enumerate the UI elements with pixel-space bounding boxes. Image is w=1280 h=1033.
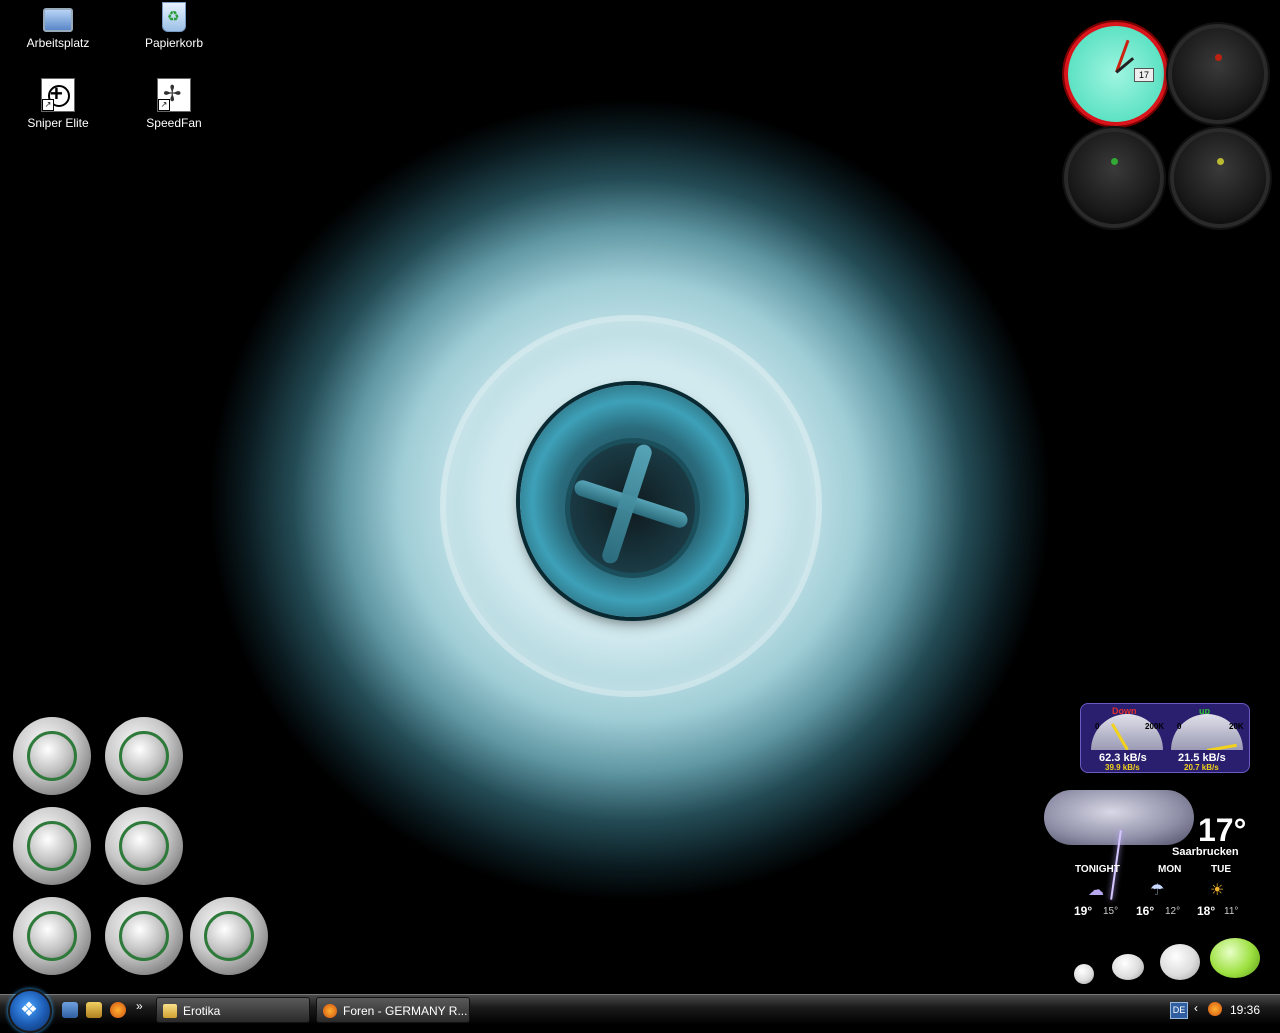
launcher-button[interactable] xyxy=(13,717,91,795)
quick-launch-more-button[interactable]: » xyxy=(136,999,143,1013)
my-computer-icon xyxy=(43,8,73,32)
network-meter-gadget[interactable]: Down 0 200K 62.3 kB/s 39.9 kB/s up 0 20K… xyxy=(1080,703,1250,773)
dock-orb-active[interactable] xyxy=(1210,938,1260,978)
forecast-low: 11° xyxy=(1224,906,1239,917)
language-indicator[interactable]: DE xyxy=(1170,1002,1188,1019)
sniper-elite-icon: ↗ xyxy=(41,78,75,112)
status-led xyxy=(1215,54,1222,61)
up-scale-max: 20K xyxy=(1229,722,1244,731)
status-led xyxy=(1217,158,1224,165)
shortcut-arrow-icon: ↗ xyxy=(158,99,170,111)
weather-gadget[interactable]: 17° Saarbrucken TONIGHT MON TUE ☁ ☂ ☀ 19… xyxy=(1040,780,1260,920)
forecast-low: 15° xyxy=(1103,906,1119,917)
desktop-icon-arbeitsplatz[interactable]: Arbeitsplatz xyxy=(13,2,103,50)
shortcut-arrow-icon: ↗ xyxy=(42,99,54,111)
taskbar-window-label: Erotika xyxy=(183,1004,221,1018)
dock-orb[interactable] xyxy=(1112,954,1144,980)
up-scale-min: 0 xyxy=(1177,722,1182,731)
up-average-rate: 20.7 kB/s xyxy=(1184,763,1219,772)
gadget-gauge[interactable] xyxy=(1064,128,1164,228)
rain-icon: ☂ xyxy=(1150,882,1165,899)
weather-temperature: 17° xyxy=(1198,812,1247,848)
status-led xyxy=(1111,158,1118,165)
taskbar-window-erotika[interactable]: Erotika xyxy=(156,997,310,1023)
launcher-button[interactable] xyxy=(105,807,183,885)
up-needle xyxy=(1206,743,1237,750)
up-dial xyxy=(1171,714,1243,750)
speedfan-icon: ↗ xyxy=(157,78,191,112)
launcher-button[interactable] xyxy=(13,807,91,885)
desktop-icon-label: Papierkorb xyxy=(144,36,204,50)
weather-city: Saarbrucken xyxy=(1172,846,1239,858)
gadget-gauge[interactable] xyxy=(1170,128,1270,228)
forecast-high: 16° xyxy=(1136,904,1155,918)
forecast-day: TUE xyxy=(1211,864,1231,875)
launcher-button[interactable] xyxy=(13,897,91,975)
down-dial xyxy=(1091,714,1163,750)
forecast-high: 18° xyxy=(1197,904,1216,918)
firefox-icon xyxy=(323,1004,337,1018)
down-scale-min: 0 xyxy=(1095,722,1100,731)
clock-date-badge: 17 xyxy=(1134,68,1154,82)
down-average-rate: 39.9 kB/s xyxy=(1105,763,1140,772)
speedfan-tray-icon[interactable] xyxy=(1208,1002,1222,1016)
tray-expand-icon[interactable]: ‹ xyxy=(1194,1001,1198,1015)
launcher-button[interactable] xyxy=(105,897,183,975)
taskbar-window-label: Foren - GERMANY R... xyxy=(343,1004,468,1018)
dock-orb[interactable] xyxy=(1160,944,1200,980)
forecast-high: 19° xyxy=(1074,904,1093,918)
switch-windows-icon[interactable] xyxy=(86,1002,102,1018)
desktop-icon-label: SpeedFan xyxy=(146,116,202,130)
desktop-icon-sniper-elite[interactable]: ↗ Sniper Elite xyxy=(13,78,103,130)
dock-orb[interactable] xyxy=(1074,964,1094,984)
thunderstorm-icon: ☁ xyxy=(1088,882,1104,899)
forecast-low: 12° xyxy=(1165,906,1181,917)
forecast-day: MON xyxy=(1158,864,1182,875)
desktop-icon-speedfan[interactable]: ↗ SpeedFan xyxy=(129,78,219,130)
desktop-icon-papierkorb[interactable]: Papierkorb xyxy=(129,2,219,50)
forecast-day: TONIGHT xyxy=(1075,864,1120,875)
folder-icon xyxy=(163,1004,177,1018)
recycle-bin-icon xyxy=(162,2,186,32)
launcher-button[interactable] xyxy=(105,717,183,795)
gadget-gauge[interactable] xyxy=(1168,24,1268,124)
launcher-button[interactable] xyxy=(190,897,268,975)
show-desktop-icon[interactable] xyxy=(62,1002,78,1018)
taskbar: » Erotika Foren - GERMANY R... DE ‹ 19:3… xyxy=(0,989,1280,1033)
down-needle xyxy=(1110,723,1129,750)
sun-rain-icon: ☀ xyxy=(1210,882,1225,899)
desktop-background: Arbeitsplatz Papierkorb ↗ Sniper Elite ↗… xyxy=(0,0,1280,994)
taskbar-window-firefox[interactable]: Foren - GERMANY R... xyxy=(316,997,470,1023)
desktop-icon-label: Arbeitsplatz xyxy=(26,36,90,50)
down-scale-max: 200K xyxy=(1145,722,1165,731)
system-tray: DE ‹ 19:36 xyxy=(1160,995,1280,1025)
firefox-icon[interactable] xyxy=(110,1002,126,1018)
tray-clock[interactable]: 19:36 xyxy=(1230,1003,1260,1017)
start-button[interactable] xyxy=(8,989,52,1033)
desktop-icon-label: Sniper Elite xyxy=(27,116,89,130)
clock-gadget[interactable]: 17 xyxy=(1064,22,1168,126)
